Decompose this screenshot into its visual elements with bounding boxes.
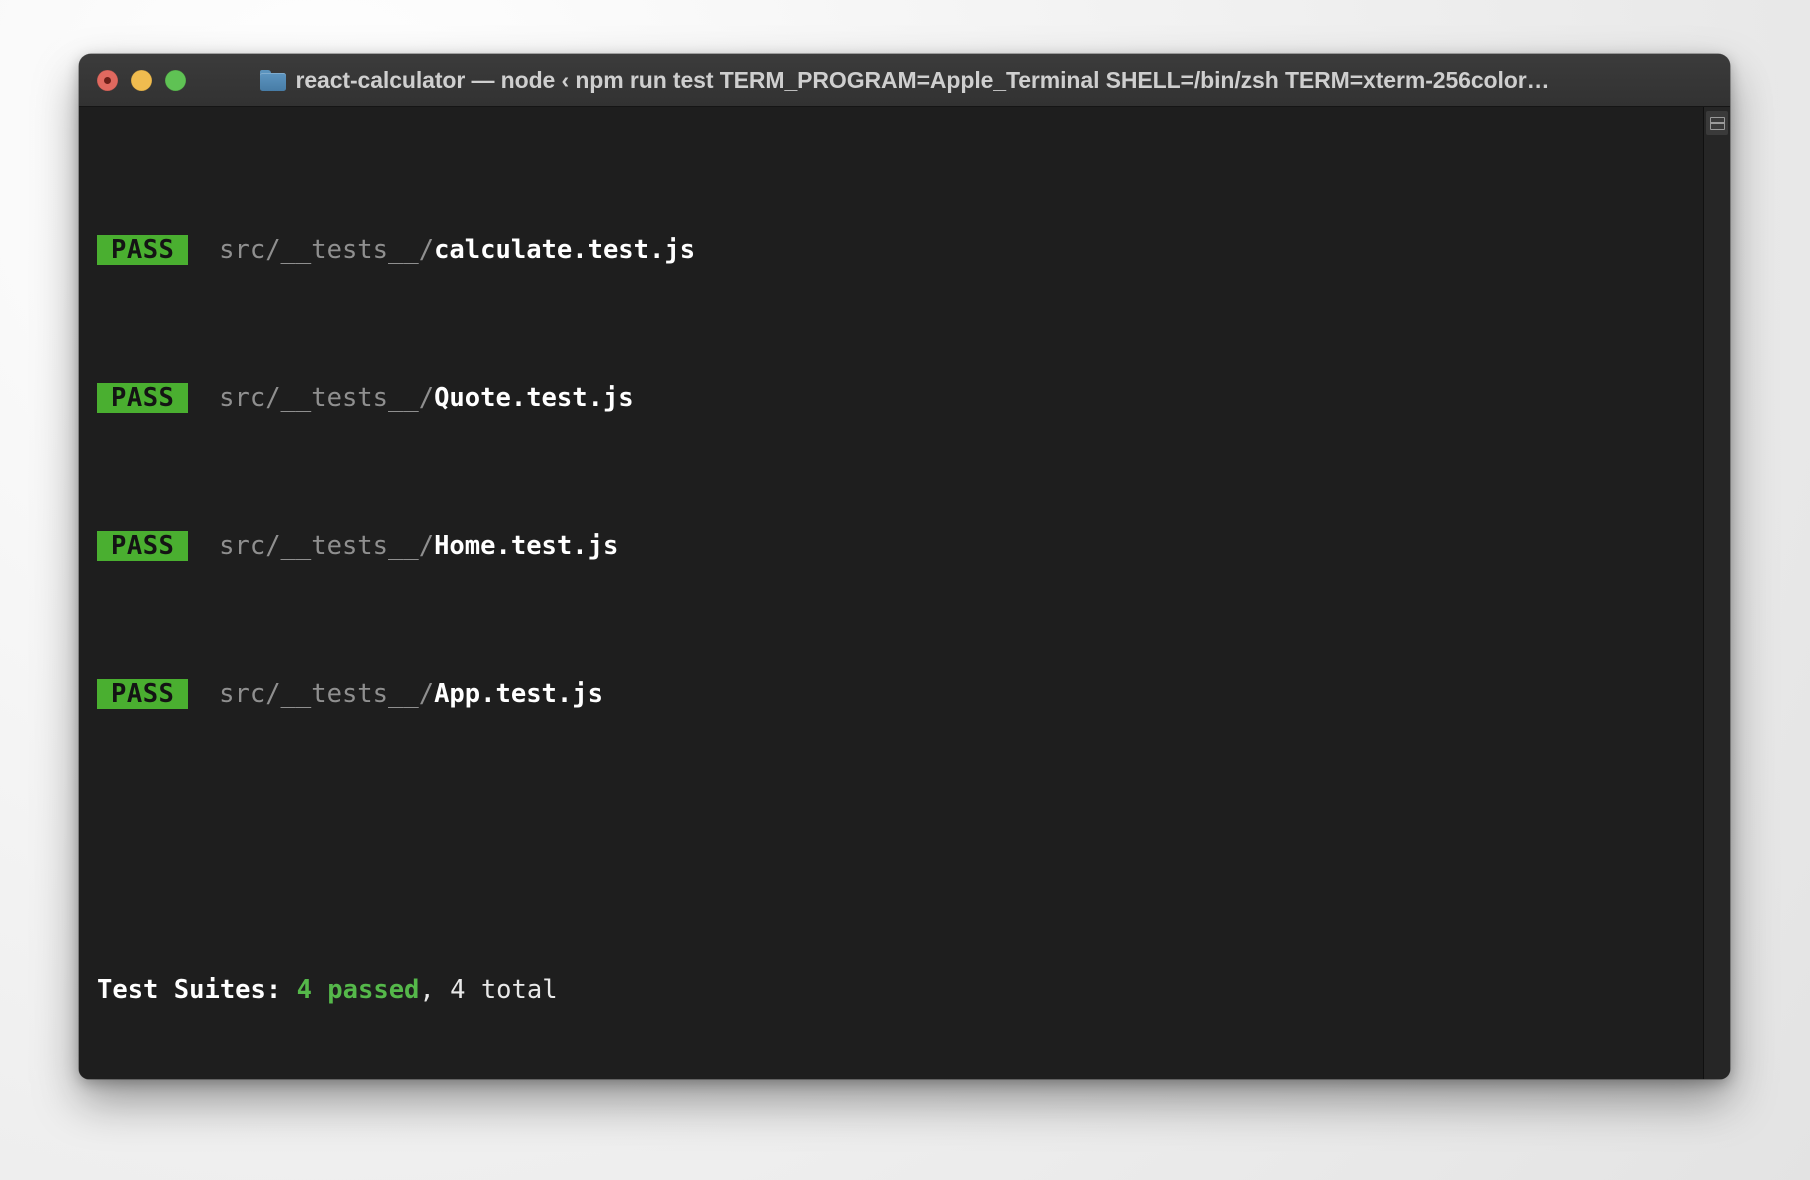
terminal-body: PASS src/__tests__/calculate.test.js PAS… (79, 107, 1730, 1079)
status-badge: PASS (97, 531, 189, 561)
test-suites-total: , 4 total (419, 975, 558, 1005)
test-path-dir: src/__tests__/ (219, 679, 435, 709)
test-result-row: PASS src/__tests__/Quote.test.js (97, 380, 1703, 417)
test-file-name: Quote.test.js (434, 383, 634, 413)
test-path-dir: src/__tests__/ (219, 383, 435, 413)
split-pane-icon[interactable] (1706, 111, 1728, 135)
window-title-area: react-calculator — node ‹ npm run test T… (79, 54, 1730, 106)
window-title: react-calculator — node ‹ npm run test T… (295, 66, 1550, 93)
terminal-output[interactable]: PASS src/__tests__/calculate.test.js PAS… (79, 107, 1703, 1079)
test-file-name: App.test.js (434, 679, 603, 709)
traffic-light-group (79, 69, 186, 91)
maximize-button[interactable] (165, 69, 186, 91)
minimize-button[interactable] (131, 69, 152, 91)
test-path-dir: src/__tests__/ (219, 235, 435, 265)
close-button[interactable] (97, 69, 118, 91)
folder-icon (259, 69, 286, 91)
status-badge: PASS (97, 383, 189, 413)
window-titlebar[interactable]: react-calculator — node ‹ npm run test T… (79, 54, 1730, 107)
summary-test-suites: Test Suites: 4 passed, 4 total (97, 972, 1703, 1009)
test-path-dir: src/__tests__/ (219, 531, 435, 561)
test-suites-passed: 4 passed (296, 975, 420, 1005)
status-badge: PASS (97, 679, 189, 709)
test-suites-label: Test Suites: (97, 975, 282, 1005)
test-file-name: calculate.test.js (434, 235, 696, 265)
test-result-row: PASS src/__tests__/calculate.test.js (97, 232, 1703, 269)
terminal-scrollbar[interactable] (1703, 107, 1730, 1079)
test-result-row: PASS src/__tests__/App.test.js (97, 676, 1703, 713)
test-result-row: PASS src/__tests__/Home.test.js (97, 528, 1703, 565)
terminal-window: react-calculator — node ‹ npm run test T… (79, 54, 1730, 1079)
test-file-name: Home.test.js (434, 531, 619, 561)
status-badge: PASS (97, 235, 189, 265)
